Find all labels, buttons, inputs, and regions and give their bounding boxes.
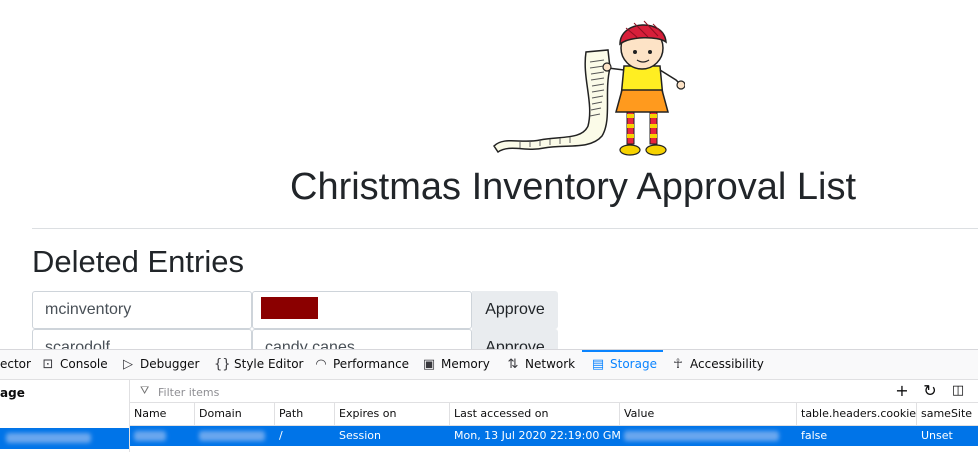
- style-editor-icon: {}: [214, 357, 231, 372]
- performance-icon: ◠: [315, 357, 327, 372]
- cell-path: /: [279, 429, 283, 442]
- cell-name: [130, 426, 195, 446]
- blurred-domain: [199, 431, 265, 441]
- cell-expires: Session: [339, 429, 381, 442]
- tab-label: Performance: [333, 357, 410, 371]
- column-header-samesite[interactable]: sameSite: [917, 403, 978, 425]
- storage-table-panel: ⛛ + ↻ ◫ Name Domain Path Expires on Last…: [130, 380, 978, 452]
- refresh-icon[interactable]: ↻: [920, 381, 940, 401]
- storage-sidebar: age: [0, 380, 130, 452]
- cell-last-accessed: Mon, 13 Jul 2020 22:19:00 GMT: [454, 429, 620, 442]
- tab-style-editor[interactable]: {} Style Editor: [214, 350, 303, 379]
- item-field[interactable]: [252, 291, 472, 329]
- tab-label: Storage: [610, 357, 657, 371]
- tab-label: Style Editor: [234, 357, 304, 371]
- blurred-cookie-value: [624, 431, 779, 441]
- filter-input[interactable]: [156, 382, 860, 402]
- accessibility-icon: ☥: [673, 357, 683, 372]
- column-header-path[interactable]: Path: [275, 403, 335, 425]
- filter-bar: ⛛ + ↻ ◫: [130, 380, 978, 403]
- blurred-cookie-name: [134, 431, 166, 441]
- column-header-last-accessed[interactable]: Last accessed on: [450, 403, 620, 425]
- tab-label: Network: [525, 357, 576, 371]
- tab-accessibility[interactable]: ☥ Accessibility: [670, 350, 764, 379]
- debugger-icon: ▷: [123, 357, 133, 372]
- tab-debugger[interactable]: ▷ Debugger: [120, 350, 199, 379]
- storage-icon: ▤: [591, 357, 605, 372]
- username-field[interactable]: mcinventory: [32, 291, 252, 329]
- cell-samesite: Unset: [921, 429, 953, 442]
- column-header-expires[interactable]: Expires on: [335, 403, 450, 425]
- tab-label: ector: [0, 357, 31, 371]
- memory-icon: ▣: [422, 357, 436, 372]
- devtools-panel: ector ⊡ Console ▷ Debugger {} Style Editor …: [0, 349, 978, 452]
- sidebar-item-selected-host[interactable]: [0, 428, 129, 449]
- section-title: Deleted Entries: [32, 244, 244, 279]
- tab-label: Accessibility: [690, 357, 764, 371]
- toggle-sidebar-icon[interactable]: ◫: [948, 381, 968, 401]
- column-header-domain[interactable]: Domain: [195, 403, 275, 425]
- devtools-tab-bar: ector ⊡ Console ▷ Debugger {} Style Editor …: [0, 350, 978, 380]
- approve-button[interactable]: Approve: [472, 291, 558, 329]
- column-header-httponly[interactable]: table.headers.cookies.isHttpOnly: [797, 403, 917, 425]
- tab-memory[interactable]: ▣ Memory: [421, 350, 490, 379]
- tab-console[interactable]: ⊡ Console: [40, 350, 108, 379]
- table-row[interactable]: / Session Mon, 13 Jul 2020 22:19:00 GMT …: [130, 426, 978, 446]
- page-title: Christmas Inventory Approval List: [290, 166, 857, 208]
- tab-label: Memory: [441, 357, 490, 371]
- divider: [32, 228, 978, 229]
- network-icon: ⇅: [507, 357, 519, 372]
- add-item-icon[interactable]: +: [892, 381, 912, 401]
- column-header-name[interactable]: Name: [130, 403, 195, 425]
- tab-label: Debugger: [140, 357, 200, 371]
- tab-label: Console: [60, 357, 108, 371]
- cell-domain: [195, 426, 275, 446]
- column-header-value[interactable]: Value: [620, 403, 797, 425]
- tab-storage[interactable]: ▤ Storage: [582, 350, 663, 379]
- redacted-item-value: [261, 297, 318, 320]
- console-icon: ⊡: [42, 357, 54, 372]
- tab-inspector[interactable]: ector: [0, 350, 31, 379]
- cell-value: [620, 426, 797, 446]
- filter-icon: ⛛: [140, 384, 150, 397]
- elf-with-list-illustration: [493, 20, 685, 156]
- tab-network[interactable]: ⇅ Network: [505, 350, 576, 379]
- tab-performance[interactable]: ◠ Performance: [313, 350, 409, 379]
- sidebar-heading[interactable]: age: [0, 380, 129, 406]
- table-header: Name Domain Path Expires on Last accesse…: [130, 403, 978, 426]
- cell-httponly: false: [801, 429, 828, 442]
- blurred-host: [6, 433, 91, 443]
